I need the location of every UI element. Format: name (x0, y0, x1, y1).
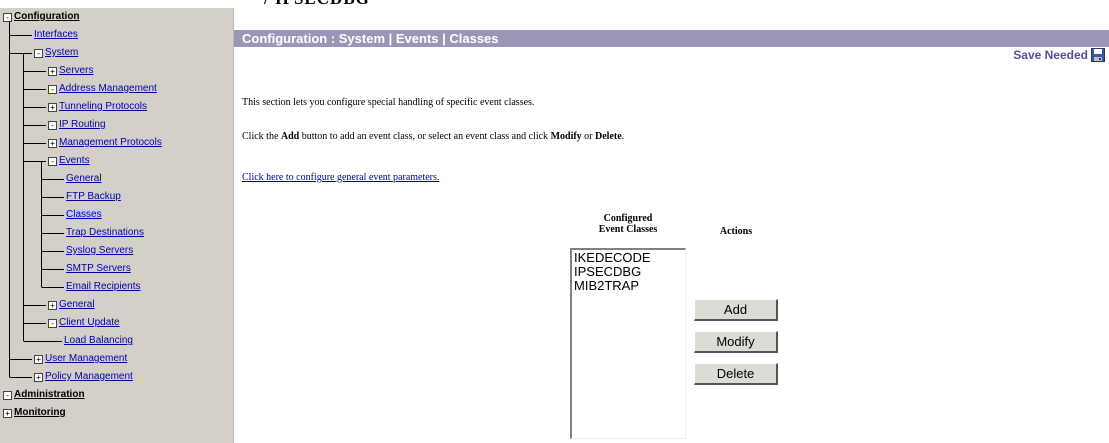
expand-icon[interactable]: + (48, 139, 57, 148)
instr-prefix: Click the (242, 131, 281, 142)
sidebar-item: Client Update (59, 316, 120, 330)
expand-icon[interactable]: + (34, 355, 43, 364)
sidebar-item: System (45, 46, 78, 60)
expand-icon[interactable]: + (3, 409, 12, 418)
sidebar-item-link[interactable]: FTP Backup (66, 191, 121, 202)
sidebar-item-link[interactable]: Load Balancing (64, 335, 133, 346)
sidebar-item-link[interactable]: Address Management (59, 83, 157, 94)
collapse-icon[interactable]: - (48, 85, 57, 94)
sidebar-item: FTP Backup (66, 190, 121, 204)
delete-button[interactable]: Delete (694, 363, 778, 385)
instr-add: Add (280, 131, 300, 142)
collapse-icon[interactable]: - (48, 157, 57, 166)
modify-button[interactable]: Modify (694, 331, 778, 353)
sidebar-item: Management Protocols (59, 136, 162, 150)
list-item[interactable]: IKEDECODE (574, 251, 683, 265)
floppy-disk-icon (1091, 48, 1105, 62)
sidebar-item-link[interactable]: User Management (45, 353, 127, 364)
sidebar-item: Interfaces (34, 28, 78, 42)
sidebar-item: Servers (59, 64, 93, 78)
sidebar-item-link[interactable]: Events (59, 155, 90, 166)
add-button[interactable]: Add (694, 299, 778, 321)
collapse-icon[interactable]: - (48, 121, 57, 130)
sidebar-item: Administration (14, 388, 85, 402)
sidebar-item: General (66, 172, 102, 186)
sidebar-item-link[interactable]: Management Protocols (59, 137, 162, 148)
general-event-parameters-link[interactable]: Click here to configure general event pa… (242, 172, 439, 183)
sidebar-item-link[interactable]: General (59, 299, 95, 310)
instr-modify: Modify (550, 131, 582, 142)
sidebar-item: Trap Destinations (66, 226, 144, 240)
sidebar-item: General (59, 298, 95, 312)
sidebar-item-link[interactable]: Email Recipients (66, 281, 140, 292)
sidebar-item-link[interactable]: SMTP Servers (66, 263, 131, 274)
sidebar-item: SMTP Servers (66, 262, 131, 276)
clipped-heading: / IPSECDBG (264, 0, 370, 8)
instr-delete: Delete (595, 131, 622, 142)
main-panel: Configuration : System | Events | Classe… (234, 8, 1109, 443)
sidebar-item-link[interactable]: General (66, 173, 102, 184)
sidebar-item: Policy Management (45, 370, 133, 384)
page-title: Configuration : System | Events | Classe… (234, 30, 1109, 47)
clipped-heading-strip: / IPSECDBG (0, 0, 1109, 8)
intro-text: This section lets you configure special … (242, 97, 535, 108)
sidebar-item-link[interactable]: Syslog Servers (66, 245, 133, 256)
navigation-sidebar: - Configuration Interfaces - System + Servers -… (0, 8, 234, 443)
header-line-1: Configured (603, 213, 653, 224)
save-needed-button[interactable]: Save Needed (1013, 48, 1105, 62)
instr-end: . (621, 131, 625, 142)
sidebar-item-link[interactable]: Administration (14, 389, 85, 400)
expand-icon[interactable]: + (48, 103, 57, 112)
sidebar-item-link[interactable]: Monitoring (14, 407, 66, 418)
sidebar-item-link[interactable]: Configuration (14, 11, 80, 22)
header-line-2: Event Classes (598, 224, 658, 235)
save-needed-label: Save Needed (1013, 48, 1088, 62)
sidebar-item: Events (59, 154, 90, 168)
list-item[interactable]: IPSECDBG (574, 265, 683, 279)
collapse-icon[interactable]: - (3, 391, 12, 400)
collapse-icon[interactable]: - (3, 13, 12, 22)
event-classes-listbox[interactable]: IKEDECODE IPSECDBG MIB2TRAP (570, 248, 686, 439)
sidebar-item: User Management (45, 352, 127, 366)
sidebar-item: Syslog Servers (66, 244, 133, 258)
sidebar-item: Load Balancing (64, 334, 133, 348)
sidebar-item: Configuration (14, 10, 80, 24)
sidebar-item: Tunneling Protocols (59, 100, 147, 114)
expand-icon[interactable]: + (48, 301, 57, 310)
navigation-tree: - Configuration Interfaces - System + Servers -… (0, 8, 233, 443)
list-item[interactable]: MIB2TRAP (574, 279, 683, 293)
sidebar-item-link[interactable]: Servers (59, 65, 93, 76)
configured-event-classes-header: Configured Event Classes (570, 213, 686, 235)
sidebar-item-link[interactable]: Tunneling Protocols (59, 101, 147, 112)
sidebar-item: Email Recipients (66, 280, 140, 294)
collapse-icon[interactable]: - (48, 319, 57, 328)
sidebar-item: IP Routing (59, 118, 106, 132)
expand-icon[interactable]: + (34, 373, 43, 382)
sidebar-item: Monitoring (14, 406, 66, 420)
sidebar-item: Classes (66, 208, 102, 222)
sidebar-item-link[interactable]: Trap Destinations (66, 227, 144, 238)
sidebar-item-link[interactable]: Classes (66, 209, 102, 220)
sidebar-item-link[interactable]: IP Routing (59, 119, 106, 130)
expand-icon[interactable]: + (48, 67, 57, 76)
actions-header: Actions (719, 226, 753, 237)
sidebar-item-link[interactable]: System (45, 47, 78, 58)
instructions-text: Click the Add button to add an event cla… (242, 131, 624, 142)
instr-mid: button to add an event class, or select … (299, 131, 551, 142)
instr-or: or (581, 131, 596, 142)
sidebar-item-link[interactable]: Policy Management (45, 371, 133, 382)
sidebar-item-link[interactable]: Client Update (59, 317, 120, 328)
sidebar-item-link[interactable]: Interfaces (34, 29, 78, 40)
sidebar-item: Address Management (59, 82, 157, 96)
collapse-icon[interactable]: - (34, 49, 43, 58)
